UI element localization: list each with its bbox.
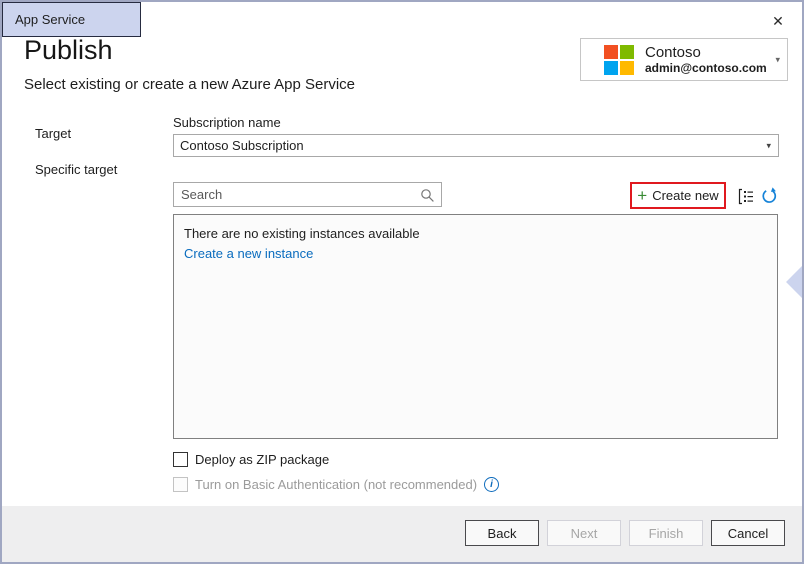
page-title: Publish — [24, 35, 113, 66]
dialog-footer: Back Next Finish Cancel — [2, 506, 802, 562]
subscription-label: Subscription name — [173, 115, 281, 130]
search-input[interactable] — [174, 183, 441, 206]
close-icon[interactable]: ✕ — [769, 12, 787, 30]
logo-square-yellow — [620, 61, 634, 75]
create-new-button[interactable]: + Create new — [630, 182, 726, 209]
account-info: Contoso admin@contoso.com — [645, 44, 767, 75]
logo-square-green — [620, 45, 634, 59]
search-icon — [420, 188, 435, 203]
empty-list-message: There are no existing instances availabl… — [184, 226, 420, 241]
microsoft-logo-icon — [604, 45, 634, 75]
account-selector[interactable]: Contoso admin@contoso.com ▾ — [580, 38, 788, 81]
search-box — [173, 182, 442, 207]
info-icon[interactable]: i — [484, 477, 499, 492]
create-new-instance-link[interactable]: Create a new instance — [184, 246, 313, 261]
logo-square-blue — [604, 61, 618, 75]
next-button: Next — [547, 520, 621, 546]
account-email: admin@contoso.com — [645, 61, 767, 75]
basic-auth-option: Turn on Basic Authentication (not recomm… — [173, 477, 499, 492]
group-view-icon[interactable] — [737, 188, 755, 205]
sidebar-item-target[interactable]: Target — [35, 126, 71, 141]
create-new-label: Create new — [652, 188, 718, 203]
deploy-zip-label: Deploy as ZIP package — [195, 452, 329, 467]
chevron-down-icon[interactable]: ▾ — [775, 54, 780, 65]
cancel-button[interactable]: Cancel — [711, 520, 785, 546]
refresh-icon[interactable] — [760, 187, 778, 205]
finish-button: Finish — [629, 520, 703, 546]
deploy-zip-option: Deploy as ZIP package — [173, 452, 329, 467]
back-button[interactable]: Back — [465, 520, 539, 546]
plus-icon: + — [637, 187, 647, 204]
sidebar-item-specific-target[interactable]: Specific target — [35, 162, 117, 177]
chevron-down-icon: ▾ — [766, 135, 771, 156]
account-name: Contoso — [645, 44, 767, 61]
sidebar-item-app-service[interactable]: App Service — [2, 2, 141, 37]
publish-dialog: ✕ Publish Select existing or create a ne… — [0, 0, 804, 564]
basic-auth-checkbox — [173, 477, 188, 492]
basic-auth-label: Turn on Basic Authentication (not recomm… — [195, 477, 477, 492]
sidebar-item-label: App Service — [15, 12, 85, 27]
subscription-dropdown[interactable]: Contoso Subscription ▾ — [173, 134, 779, 157]
page-subtitle: Select existing or create a new Azure Ap… — [24, 76, 355, 93]
instance-list[interactable]: There are no existing instances availabl… — [173, 214, 778, 439]
selected-tab-arrow — [786, 265, 804, 299]
subscription-value: Contoso Subscription — [180, 138, 304, 153]
logo-square-red — [604, 45, 618, 59]
deploy-zip-checkbox[interactable] — [173, 452, 188, 467]
